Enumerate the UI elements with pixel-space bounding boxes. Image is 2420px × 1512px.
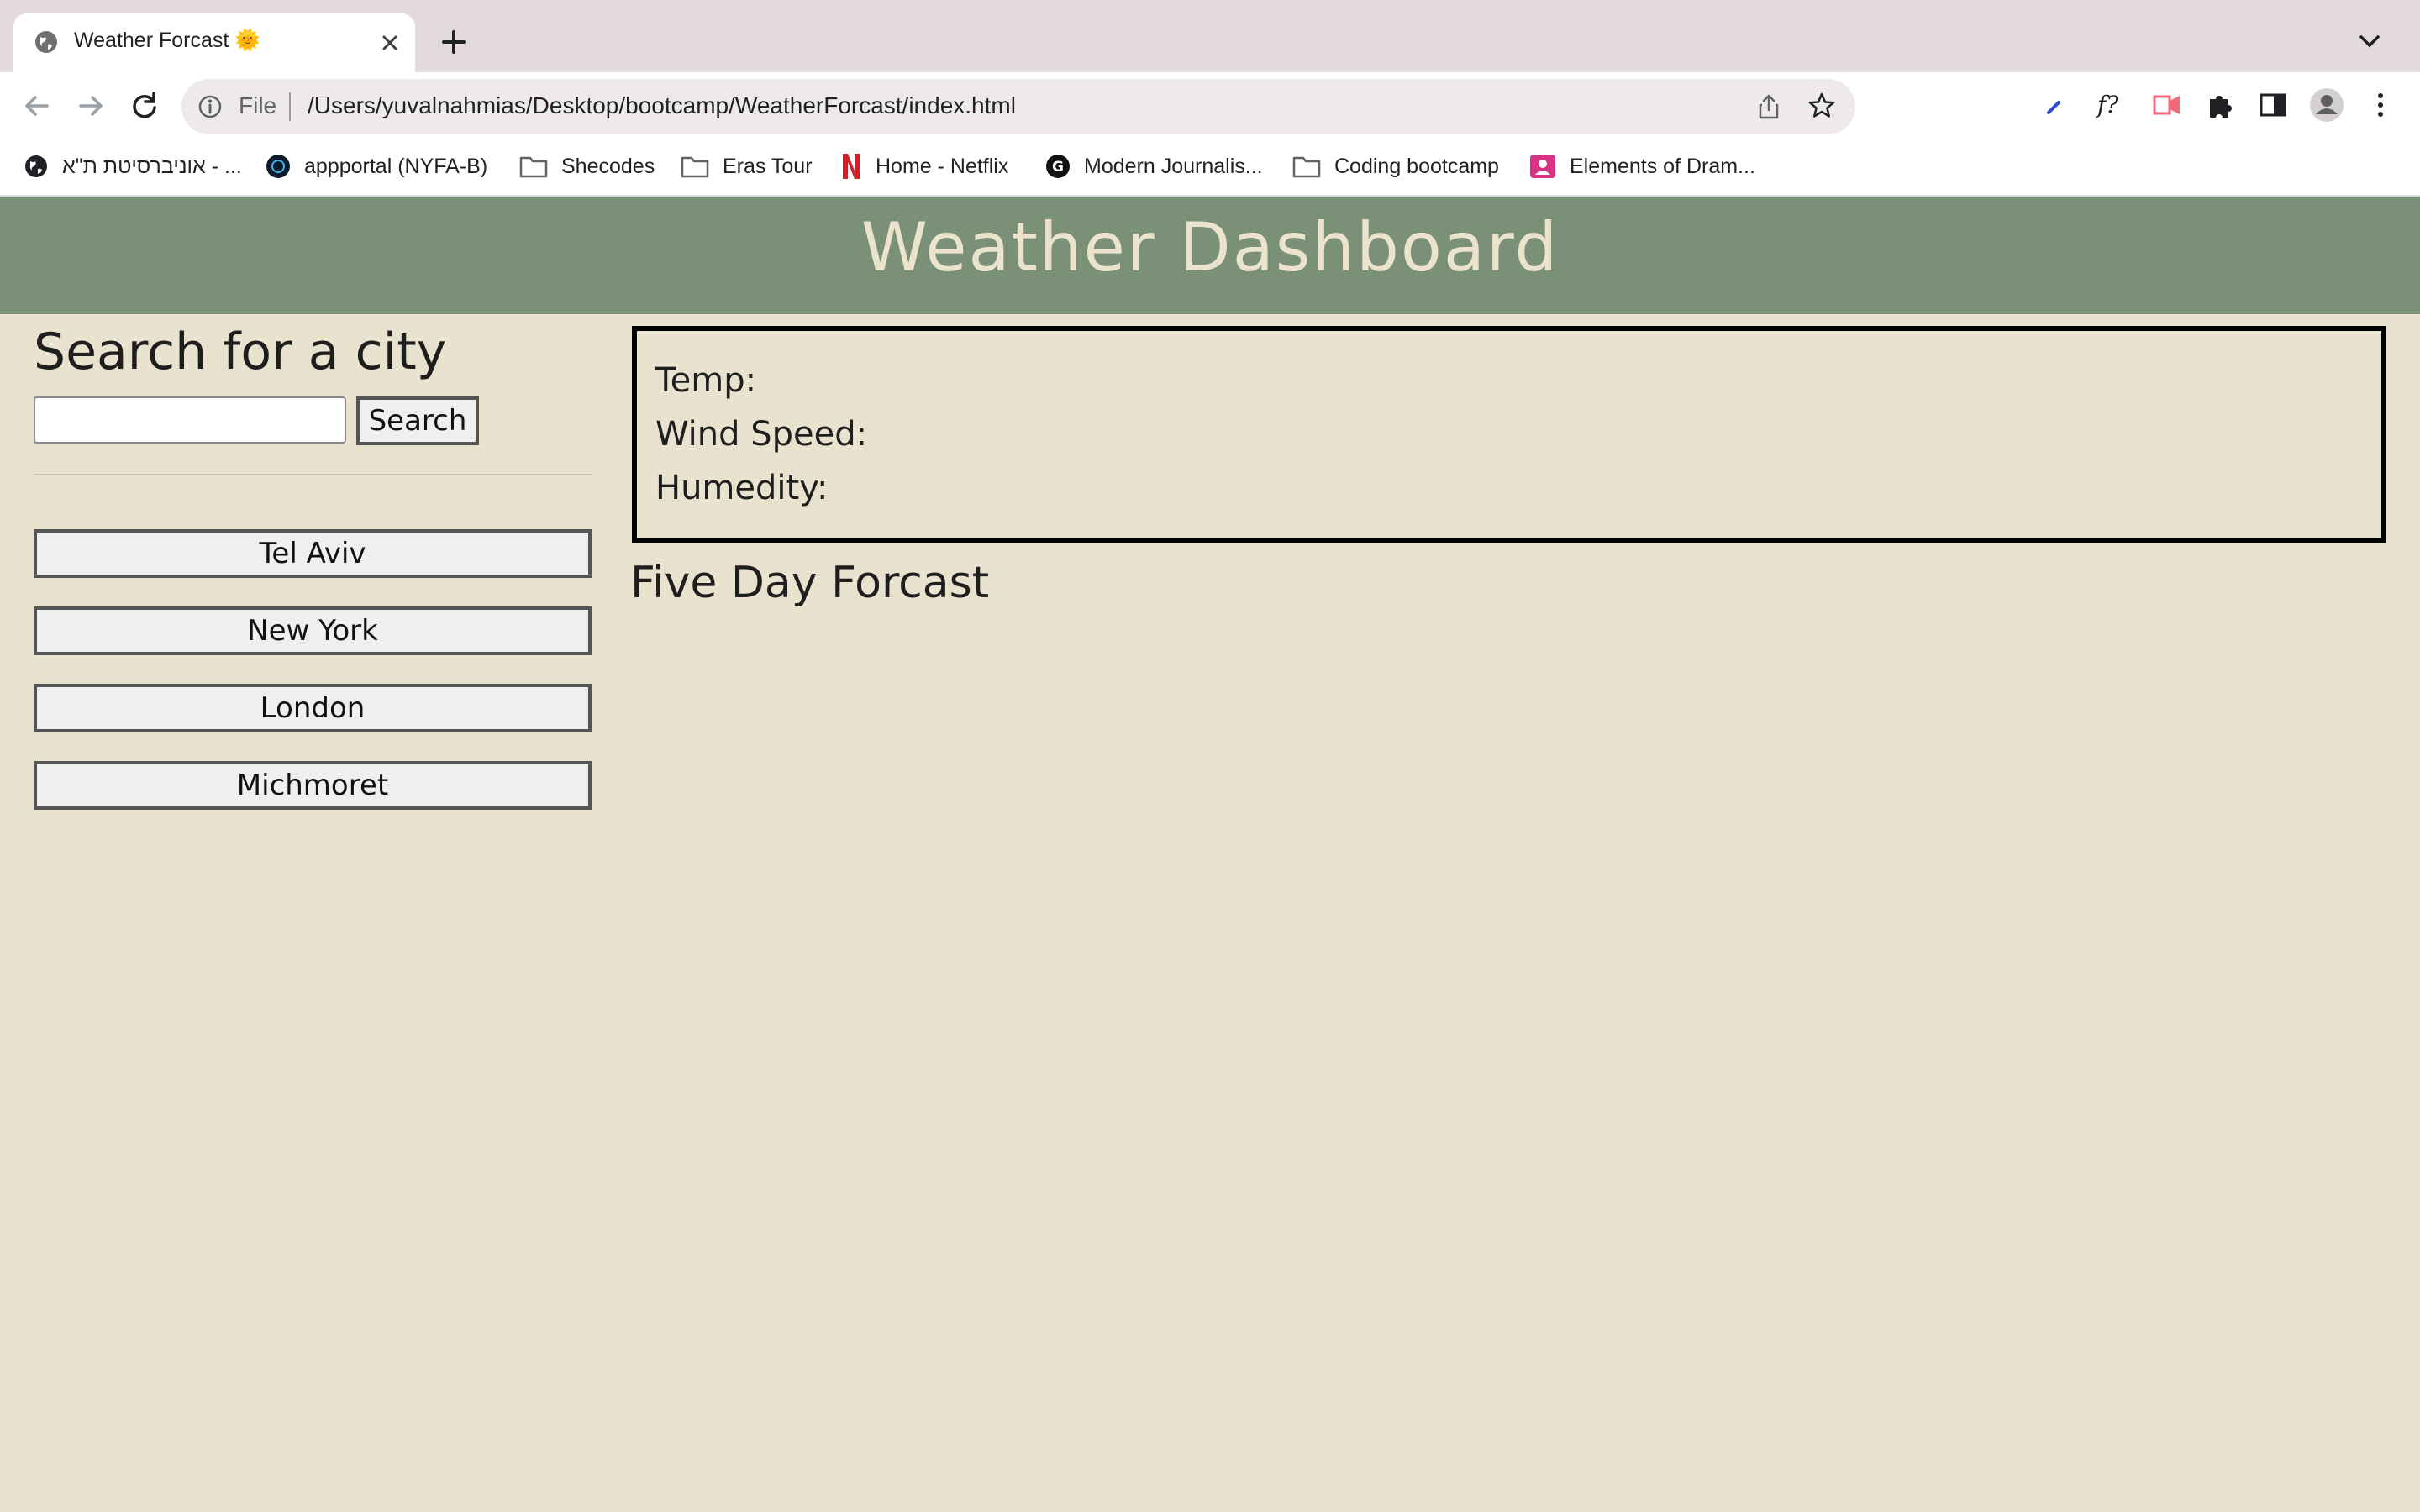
bookmark-label: Modern Journalis... — [1084, 154, 1263, 178]
url-separator — [289, 92, 291, 121]
puzzle-icon[interactable] — [2202, 86, 2240, 124]
folder-icon — [681, 156, 709, 178]
back-arrow-icon[interactable] — [17, 86, 57, 126]
pen-extension-icon[interactable] — [2037, 86, 2075, 124]
star-icon[interactable] — [1807, 91, 1837, 121]
bookmark-modern-journalism[interactable]: G Modern Journalis... — [1045, 150, 1263, 183]
city-button-michmoret[interactable]: Michmoret — [34, 761, 592, 810]
bookmark-coding-bootcamp[interactable]: Coding bootcamp — [1292, 150, 1499, 183]
bookmark-label: Elements of Dram... — [1570, 154, 1755, 178]
formula-extension-icon[interactable]: f? — [2092, 86, 2131, 124]
bookmark-label: Home - Netflix — [876, 154, 1009, 178]
city-search-input[interactable] — [34, 396, 346, 444]
new-tab-plus-icon[interactable] — [437, 25, 471, 59]
portal-icon — [266, 155, 290, 178]
folder-icon — [1292, 156, 1321, 178]
share-icon[interactable] — [1754, 92, 1783, 121]
side-panel-icon[interactable] — [2254, 86, 2292, 124]
bookmark-label: Eras Tour — [723, 154, 813, 178]
folder-icon — [519, 156, 548, 178]
city-button-new-york[interactable]: New York — [34, 606, 592, 655]
toolbar: File /Users/yuvalnahmias/Desktop/bootcam… — [0, 72, 2420, 139]
netflix-icon — [843, 154, 860, 179]
tab-title: Weather Forcast 🌞 — [74, 29, 261, 52]
url-text[interactable]: /Users/yuvalnahmias/Desktop/bootcamp/Wea… — [308, 92, 1016, 119]
bookmark-label: Coding bootcamp — [1334, 154, 1499, 178]
contact-icon — [1530, 155, 1555, 178]
bookmark-label: appportal (NYFA-B) — [304, 154, 488, 178]
bookmark-tau[interactable]: אוניברסיטת ת"א - ... — [24, 150, 242, 183]
profile-avatar-icon[interactable] — [2307, 86, 2346, 124]
site-header: Weather Dashboard — [0, 197, 2420, 314]
search-button[interactable]: Search — [356, 396, 479, 445]
browser-window: Weather Forcast 🌞 File /Users/yuvalnahmi… — [0, 0, 2420, 1512]
humidity-label: Humedity: — [655, 469, 829, 507]
page-title: Weather Dashboard — [860, 208, 1560, 286]
more-menu-icon[interactable] — [2361, 86, 2400, 124]
reload-icon[interactable] — [124, 86, 165, 126]
bookmark-appportal[interactable]: appportal (NYFA-B) — [266, 150, 487, 183]
info-icon[interactable] — [197, 93, 224, 120]
svg-text:G: G — [1052, 159, 1064, 176]
bookmark-label: Shecodes — [561, 154, 655, 178]
search-heading: Search for a city — [34, 323, 447, 381]
svg-text:f?: f? — [2096, 91, 2119, 118]
tab-strip: Weather Forcast 🌞 — [0, 0, 2420, 72]
bookmark-eras-tour[interactable]: Eras Tour — [681, 150, 813, 183]
page-content: Weather Dashboard Search for a city Sear… — [0, 197, 2420, 1512]
bookmark-label: אוניברסיטת ת"א - ... — [62, 154, 242, 178]
temp-label: Temp: — [655, 361, 757, 400]
bookmark-elements-of-drama[interactable]: Elements of Dram... — [1529, 150, 1755, 183]
globe-icon — [25, 155, 47, 177]
bookmark-netflix[interactable]: Home - Netflix — [840, 150, 1008, 183]
globe-icon — [35, 31, 57, 53]
close-icon[interactable] — [376, 29, 403, 56]
five-day-forecast-heading: Five Day Forcast — [630, 558, 990, 608]
bookmark-shecodes[interactable]: Shecodes — [519, 150, 655, 183]
current-weather-card: Temp: Wind Speed: Humedity: — [632, 326, 2386, 543]
url-scheme-label: File — [239, 92, 277, 118]
wind-speed-label: Wind Speed: — [655, 415, 868, 454]
city-button-tel-aviv[interactable]: Tel Aviv — [34, 529, 592, 578]
address-bar[interactable]: File /Users/yuvalnahmias/Desktop/bootcam… — [182, 79, 1855, 134]
g-logo-icon: G — [1046, 155, 1070, 178]
city-history-list: Tel Aviv New York London Michmoret — [34, 529, 592, 838]
tab-weather-forcast[interactable]: Weather Forcast 🌞 — [13, 13, 415, 72]
forward-arrow-icon[interactable] — [71, 86, 111, 126]
divider — [34, 474, 592, 475]
chevron-down-icon[interactable] — [2353, 27, 2386, 57]
video-extension-icon[interactable] — [2148, 86, 2186, 124]
city-button-london[interactable]: London — [34, 684, 592, 732]
bookmarks-bar: אוניברסיטת ת"א - ... appportal (NYFA-B) … — [0, 139, 2420, 197]
